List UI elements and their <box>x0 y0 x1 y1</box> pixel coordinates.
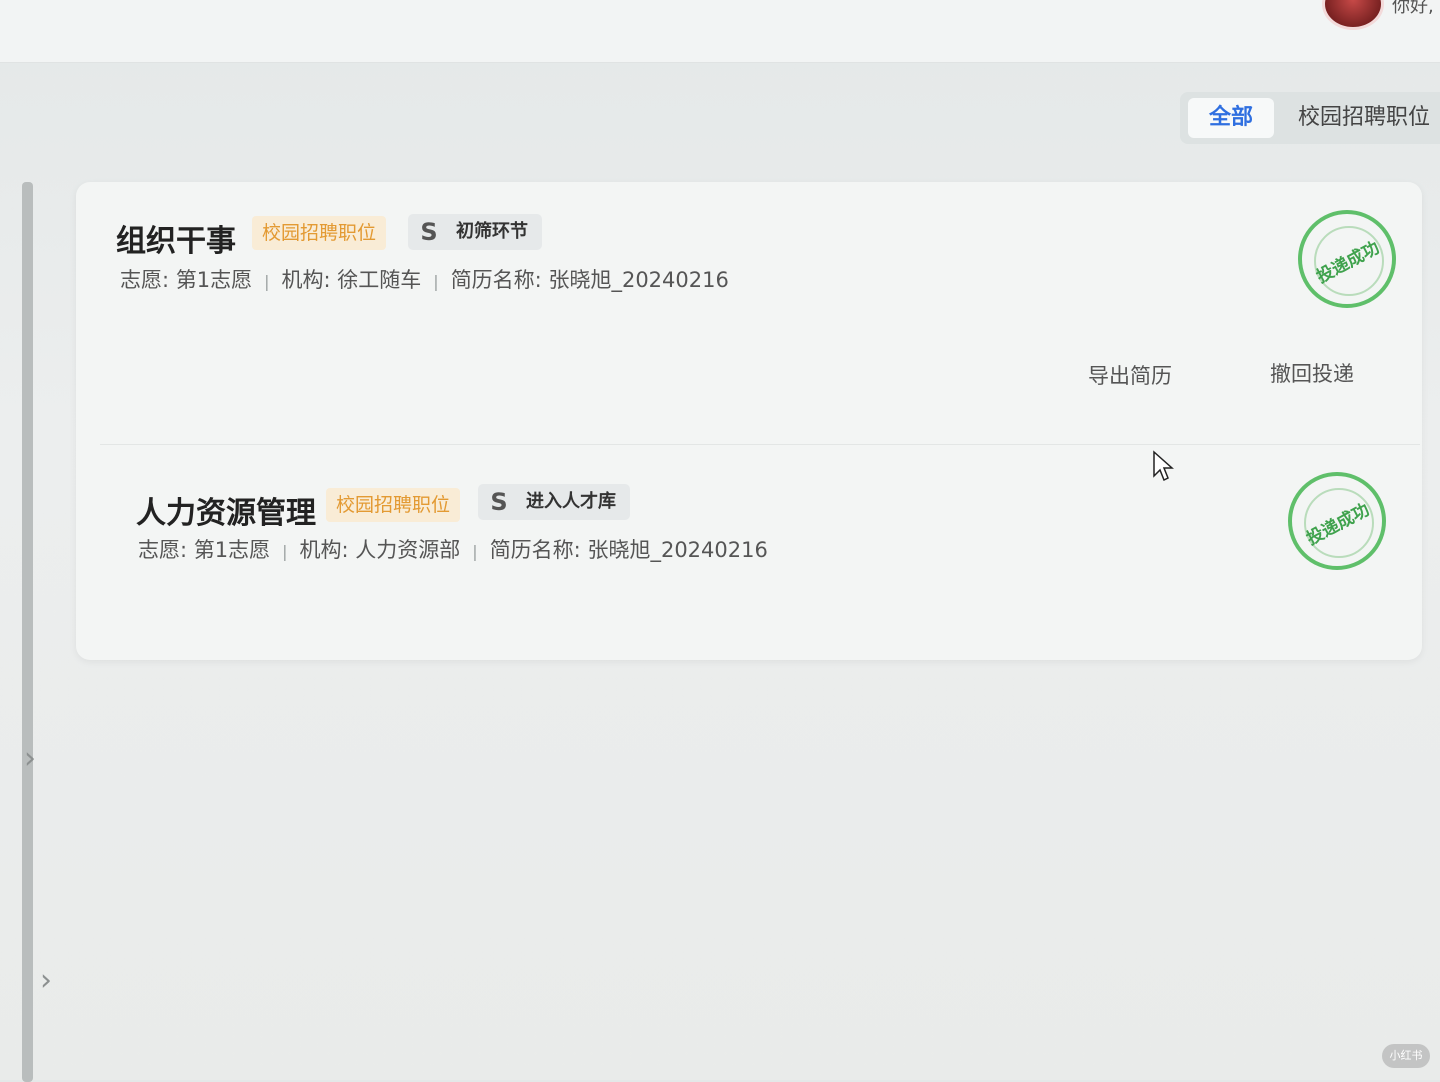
stage-label: 初筛环节 <box>456 221 528 242</box>
volunteer-label: 志愿: <box>120 268 170 292</box>
stage-label: 进入人才库 <box>526 491 616 512</box>
org-label: 机构: <box>299 538 349 562</box>
application-meta: 志愿: 第1志愿 | 机构: 徐工随车 | 简历名称: 张晓旭_20240216 <box>120 264 729 294</box>
position-title[interactable]: 人力资源管理 <box>136 488 316 532</box>
watermark-logo: 小红书 <box>1382 1044 1430 1068</box>
position-type-tag: 校园招聘职位 <box>252 216 387 250</box>
application-meta: 志愿: 第1志愿 | 机构: 人力资源部 | 简历名称: 张晓旭_20240216 <box>138 534 768 564</box>
withdraw-application-button[interactable]: 撤回投递 <box>1270 358 1354 388</box>
chevron-right-icon[interactable]: › <box>40 966 52 996</box>
applications-card <box>76 182 1422 660</box>
volunteer-label: 志愿: <box>138 538 188 562</box>
stage-icon: S <box>420 218 438 246</box>
stage-tag: S 进入人才库 <box>478 484 630 520</box>
separator: | <box>472 542 478 561</box>
export-resume-button[interactable]: 导出简历 <box>1088 360 1172 390</box>
tab-campus-recruitment[interactable]: 校园招聘职位 <box>1298 98 1430 138</box>
resume-value: 张晓旭_20240216 <box>587 538 768 562</box>
position-title[interactable]: 组织干事 <box>116 216 236 260</box>
chevron-right-icon[interactable]: › <box>24 744 36 774</box>
submitted-stamp-icon: 投递成功 <box>1288 472 1386 570</box>
submitted-stamp-icon: 投递成功 <box>1298 210 1396 308</box>
org-label: 机构: <box>281 268 331 292</box>
org-value: 徐工随车 <box>337 268 422 292</box>
top-bar: 你好, <box>0 0 1440 63</box>
resume-label: 简历名称: <box>450 268 542 292</box>
filter-tabs: 全部 校园招聘职位 <box>1180 92 1440 144</box>
volunteer-value: 第1志愿 <box>175 268 253 292</box>
resume-value: 张晓旭_20240216 <box>548 268 729 292</box>
stage-tag: S 初筛环节 <box>408 214 542 250</box>
volunteer-value: 第1志愿 <box>193 538 271 562</box>
username-greeting: 你好, <box>1392 0 1434 17</box>
org-value: 人力资源部 <box>355 538 461 562</box>
left-sidebar-rail <box>22 182 33 1082</box>
separator: | <box>433 272 439 291</box>
separator: | <box>264 272 270 291</box>
tab-all[interactable]: 全部 <box>1188 98 1274 138</box>
stage-icon: S <box>490 488 508 516</box>
position-type-tag: 校园招聘职位 <box>326 488 461 522</box>
resume-label: 简历名称: <box>489 538 581 562</box>
separator: | <box>282 542 288 561</box>
mouse-cursor-icon <box>1153 450 1174 482</box>
row-divider <box>100 444 1420 445</box>
avatar[interactable] <box>1322 0 1384 30</box>
